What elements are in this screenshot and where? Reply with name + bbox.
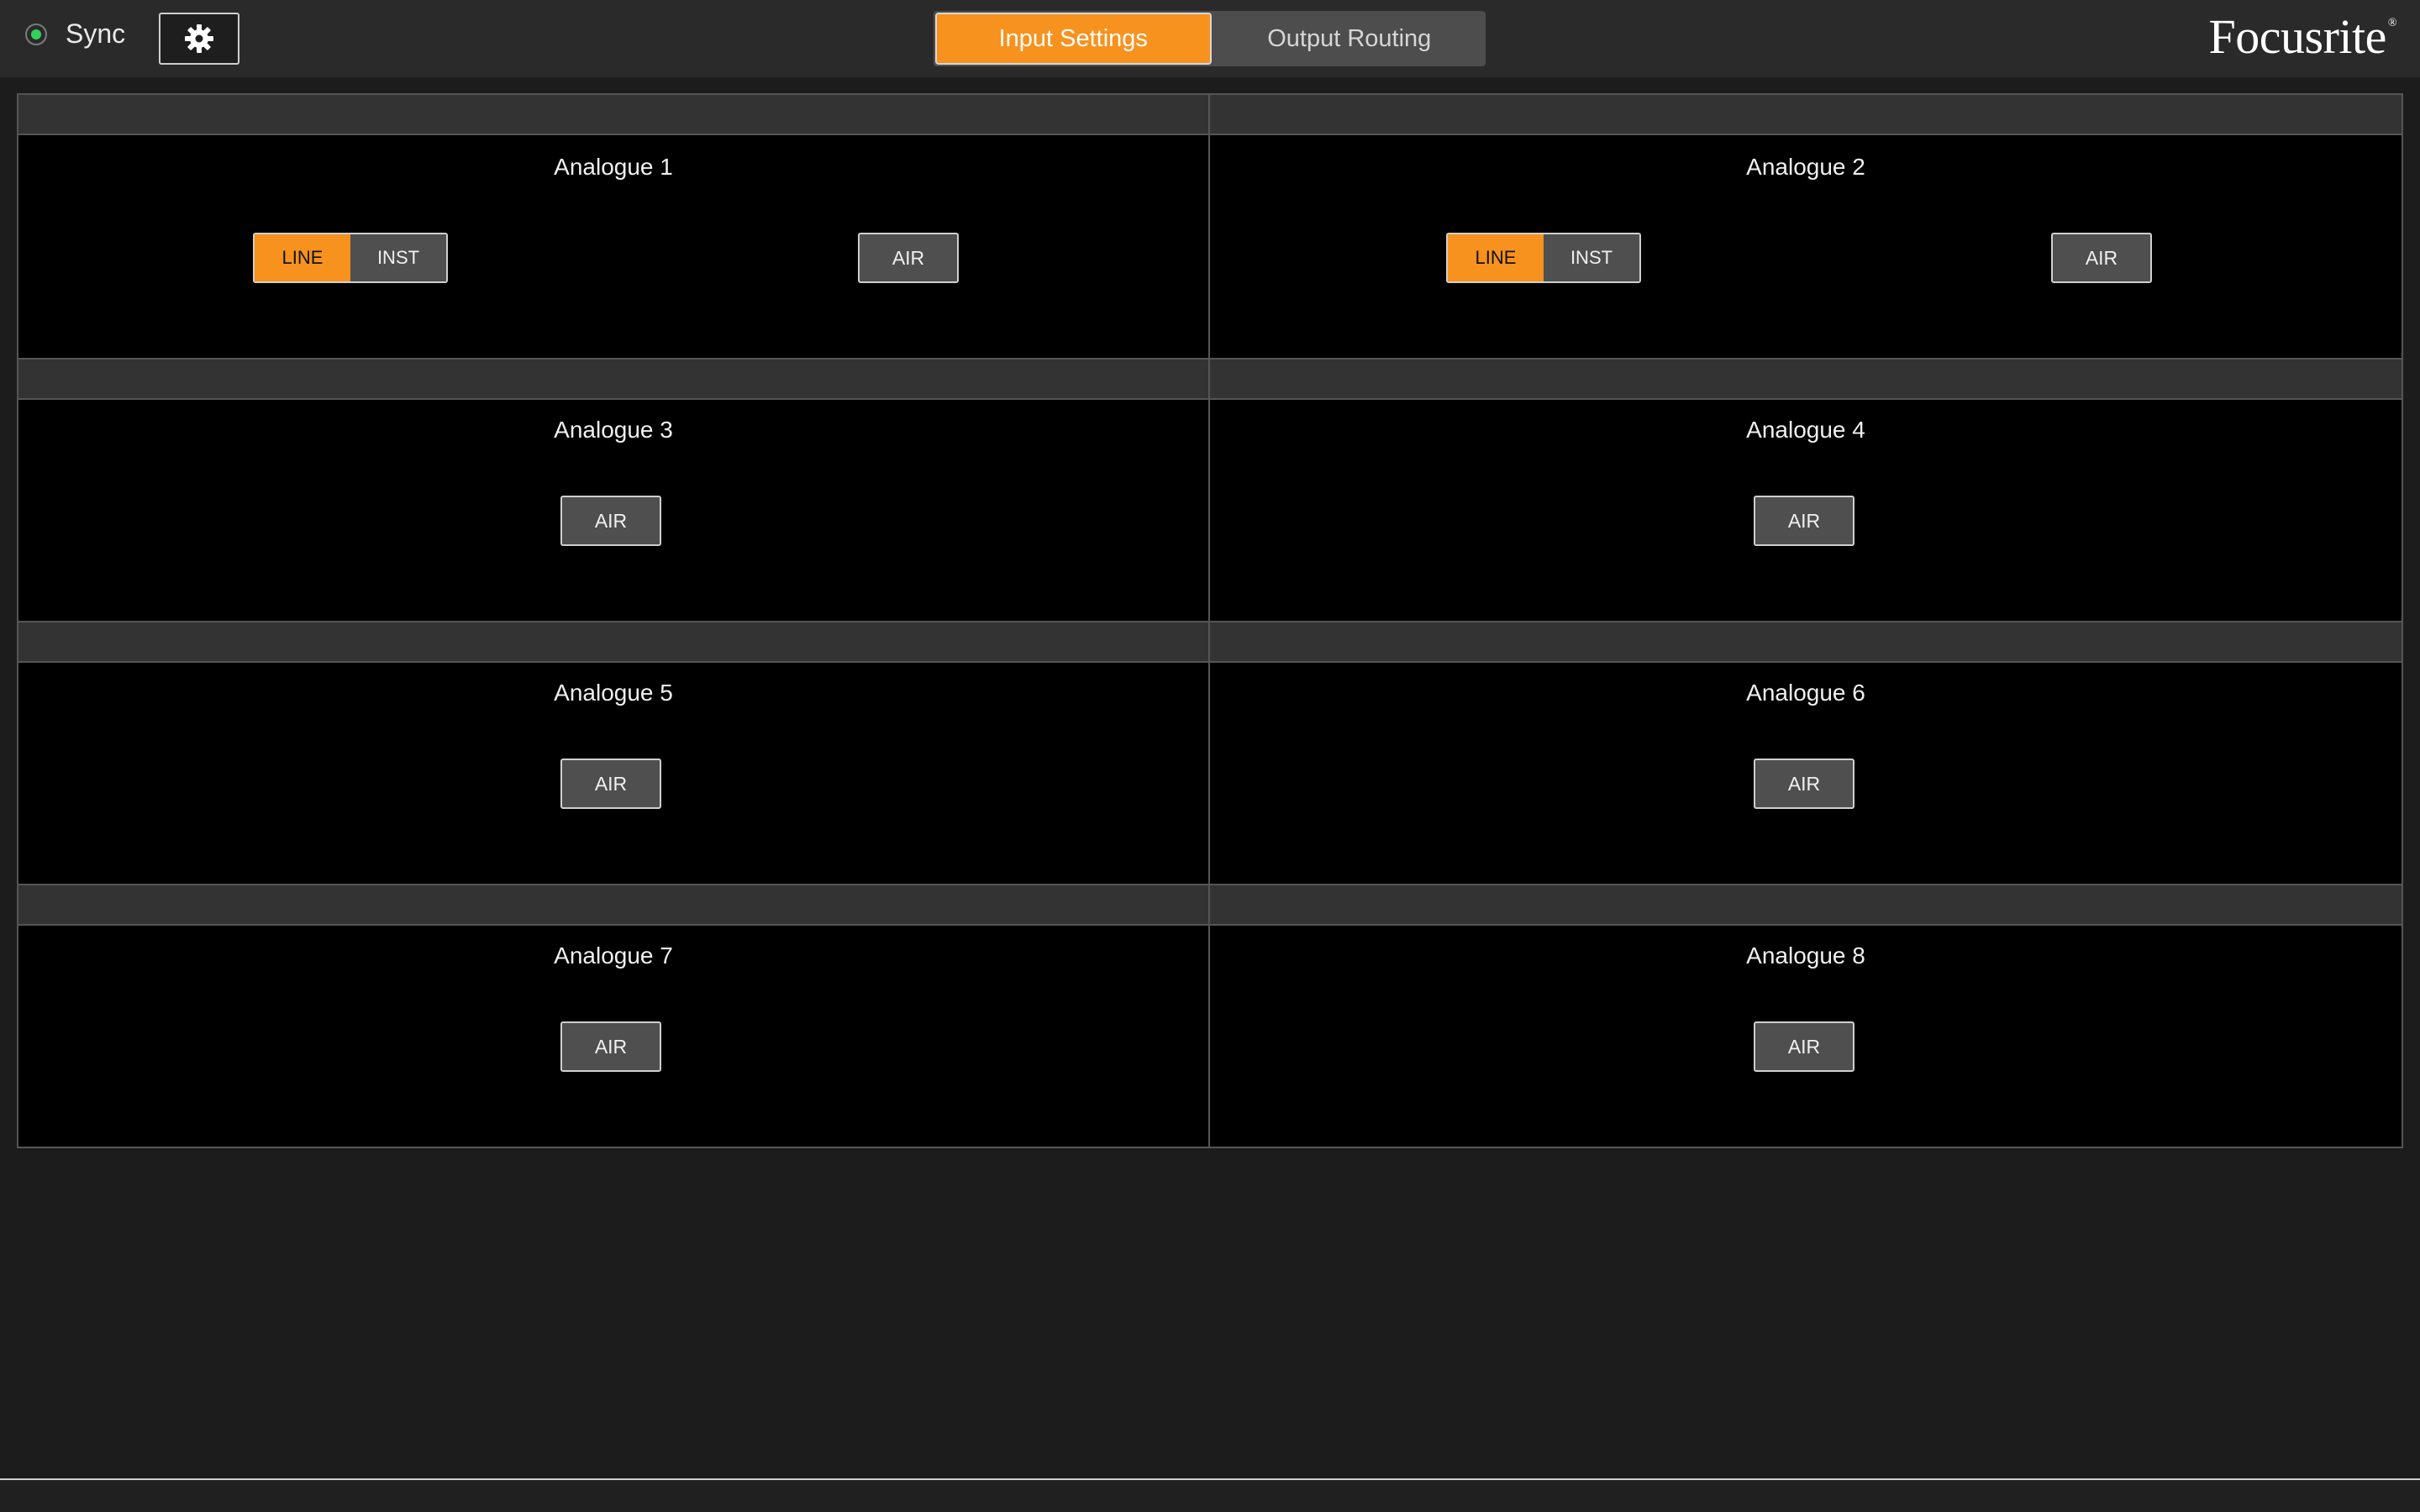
tab-output-routing[interactable]: Output Routing bbox=[1213, 11, 1486, 66]
channel-title: Analogue 8 bbox=[1746, 942, 1865, 969]
channel-title: Analogue 5 bbox=[554, 680, 673, 706]
channel-header bbox=[18, 621, 1208, 663]
air-button[interactable]: AIR bbox=[560, 496, 661, 546]
footer-status-bar bbox=[0, 1478, 2420, 1512]
main-tabs: Input Settings Output Routing bbox=[934, 11, 1486, 66]
channel-panel-analogue-6: Analogue 6 AIR bbox=[1210, 621, 2402, 884]
logo-text: Focusrite bbox=[2208, 9, 2387, 64]
channel-panel-analogue-8: Analogue 8 AIR bbox=[1210, 884, 2402, 1147]
channel-title: Analogue 2 bbox=[1746, 154, 1865, 180]
channel-title: Analogue 6 bbox=[1746, 680, 1865, 706]
channel-panel-analogue-2: Analogue 2 LINE INST AIR bbox=[1210, 95, 2402, 358]
channel-panel-analogue-1: Analogue 1 LINE INST AIR bbox=[18, 95, 1210, 358]
inst-button[interactable]: INST bbox=[350, 234, 446, 281]
top-bar: Sync Input Settings Output Routing Focus… bbox=[0, 0, 2420, 77]
air-button[interactable]: AIR bbox=[1754, 496, 1854, 546]
gear-icon bbox=[185, 24, 213, 53]
channel-title: Analogue 1 bbox=[554, 154, 673, 180]
air-button[interactable]: AIR bbox=[560, 759, 661, 809]
sync-indicator-icon bbox=[25, 23, 47, 45]
tab-input-settings[interactable]: Input Settings bbox=[935, 13, 1212, 65]
channel-header bbox=[18, 95, 1208, 135]
channel-header bbox=[1210, 621, 2402, 663]
air-button[interactable]: AIR bbox=[2051, 233, 2152, 283]
channel-panel-analogue-7: Analogue 7 AIR bbox=[18, 884, 1210, 1147]
channel-title: Analogue 7 bbox=[554, 942, 673, 969]
line-inst-toggle: LINE INST bbox=[1446, 233, 1641, 283]
channel-header bbox=[1210, 95, 2402, 135]
input-channels-grid: Analogue 1 LINE INST AIR Analogue 2 LINE… bbox=[17, 93, 2403, 1148]
channel-header bbox=[18, 358, 1208, 400]
settings-button[interactable] bbox=[159, 13, 239, 65]
line-button[interactable]: LINE bbox=[1448, 234, 1544, 281]
air-button[interactable]: AIR bbox=[560, 1021, 661, 1072]
air-button[interactable]: AIR bbox=[858, 233, 959, 283]
line-button[interactable]: LINE bbox=[255, 234, 350, 281]
air-button[interactable]: AIR bbox=[1754, 1021, 1854, 1072]
focusrite-control-window: Sync Input Settings Output Routing Focus… bbox=[0, 0, 2420, 1512]
line-inst-toggle: LINE INST bbox=[253, 233, 448, 283]
channel-header bbox=[1210, 884, 2402, 926]
sync-label: Sync bbox=[66, 18, 126, 49]
channel-panel-analogue-4: Analogue 4 AIR bbox=[1210, 358, 2402, 621]
channel-panel-analogue-3: Analogue 3 AIR bbox=[18, 358, 1210, 621]
channel-title: Analogue 4 bbox=[1746, 417, 1865, 443]
air-button[interactable]: AIR bbox=[1754, 759, 1854, 809]
channel-panel-analogue-5: Analogue 5 AIR bbox=[18, 621, 1210, 884]
channel-title: Analogue 3 bbox=[554, 417, 673, 443]
focusrite-logo: Focusrite ® bbox=[2208, 9, 2397, 64]
channel-header bbox=[1210, 358, 2402, 400]
sync-status: Sync bbox=[25, 18, 125, 50]
channel-header bbox=[18, 884, 1208, 926]
inst-button[interactable]: INST bbox=[1544, 234, 1639, 281]
